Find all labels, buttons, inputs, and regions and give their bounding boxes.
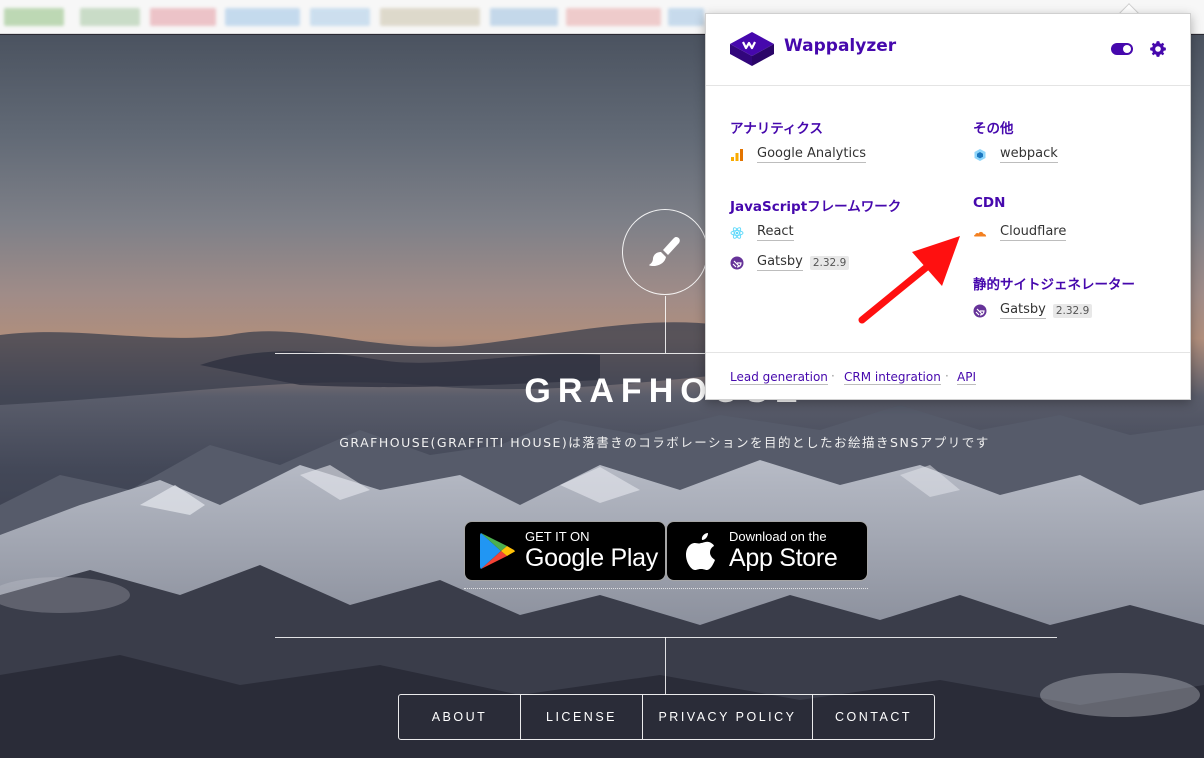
google-analytics-icon [730, 148, 744, 162]
google-play-button[interactable]: GET IT ON Google Play [464, 521, 666, 581]
tech-name: Gatsby [1000, 302, 1046, 319]
tech-google-analytics[interactable]: Google Analytics [730, 146, 867, 163]
link-lead-generation[interactable]: Lead generation [730, 370, 828, 385]
wappalyzer-popup: Wappalyzer アナリティクス Google Analytics Java… [705, 13, 1191, 400]
bookmark-item[interactable] [566, 8, 661, 26]
tech-name: React [757, 224, 794, 241]
category-other: その他 [973, 121, 1014, 137]
cloudflare-icon [973, 226, 987, 240]
apple-logo-icon [686, 533, 715, 570]
link-api[interactable]: API [957, 370, 976, 385]
bookmark-item[interactable] [490, 8, 558, 26]
gatsby-icon [730, 256, 744, 270]
paintbrush-icon [649, 237, 680, 266]
webpack-icon [973, 148, 987, 162]
paintbrush-badge [622, 209, 708, 295]
nav-privacy-policy[interactable]: PRIVACY POLICY [642, 695, 812, 739]
category-static-site-generator: 静的サイトジェネレーター [973, 277, 1135, 293]
tech-gatsby[interactable]: Gatsby 2.32.9 [973, 302, 1093, 319]
nav-contact[interactable]: CONTACT [812, 695, 934, 739]
version-badge: 2.32.9 [809, 255, 850, 270]
bookmark-item[interactable] [4, 8, 64, 26]
divider-vertical [665, 637, 666, 694]
separator-dot: · [945, 369, 949, 383]
bookmark-item[interactable] [668, 8, 704, 26]
app-store-button[interactable]: Download on the App Store [666, 521, 868, 581]
bookmark-item[interactable] [310, 8, 370, 26]
category-cdn: CDN [973, 195, 1006, 211]
bookmark-item[interactable] [80, 8, 140, 26]
divider-horizontal [275, 353, 705, 354]
bookmark-item[interactable] [150, 8, 216, 26]
bookmark-item[interactable] [380, 8, 480, 26]
category-analytics: アナリティクス [730, 121, 824, 137]
store-underline [464, 588, 868, 589]
tech-name: webpack [1000, 146, 1058, 163]
link-crm-integration[interactable]: CRM integration [844, 370, 941, 385]
tech-name: Gatsby [757, 254, 803, 271]
tech-name: Google Analytics [757, 146, 867, 163]
app-store-big-text: App Store [729, 544, 838, 572]
divider-horizontal [275, 637, 1057, 638]
tech-cloudflare[interactable]: Cloudflare [973, 224, 1067, 241]
footer-nav: ABOUT LICENSE PRIVACY POLICY CONTACT [398, 694, 935, 740]
separator-dot: · [831, 369, 835, 383]
site-subtitle: GRAFHOUSE(GRAFFITI HOUSE)は落書きのコラボレーションを目… [339, 435, 990, 450]
gatsby-icon [973, 304, 987, 318]
google-play-small-text: GET IT ON [525, 529, 590, 544]
popup-footer: Lead generation · CRM integration · API [706, 352, 1190, 400]
nav-license[interactable]: LICENSE [520, 695, 642, 739]
category-js-framework: JavaScriptフレームワーク [730, 199, 902, 215]
bookmark-item[interactable] [225, 8, 300, 26]
react-icon [730, 226, 744, 240]
tech-react[interactable]: React [730, 224, 794, 241]
enable-toggle[interactable] [1111, 43, 1133, 55]
google-play-logo-icon [480, 533, 515, 569]
tech-gatsby[interactable]: Gatsby 2.32.9 [730, 254, 850, 271]
popup-header: Wappalyzer [706, 14, 1190, 86]
divider-vertical [665, 296, 666, 353]
tech-name: Cloudflare [1000, 224, 1067, 241]
tech-webpack[interactable]: webpack [973, 146, 1058, 163]
gear-icon[interactable] [1150, 41, 1166, 57]
red-arrow-annotation [858, 236, 960, 324]
app-store-small-text: Download on the [729, 529, 827, 544]
nav-about[interactable]: ABOUT [399, 695, 520, 739]
google-play-big-text: Google Play [525, 544, 658, 572]
brand-name: Wappalyzer [784, 36, 897, 56]
version-badge: 2.32.9 [1052, 303, 1093, 318]
wappalyzer-logo-icon [730, 32, 774, 66]
